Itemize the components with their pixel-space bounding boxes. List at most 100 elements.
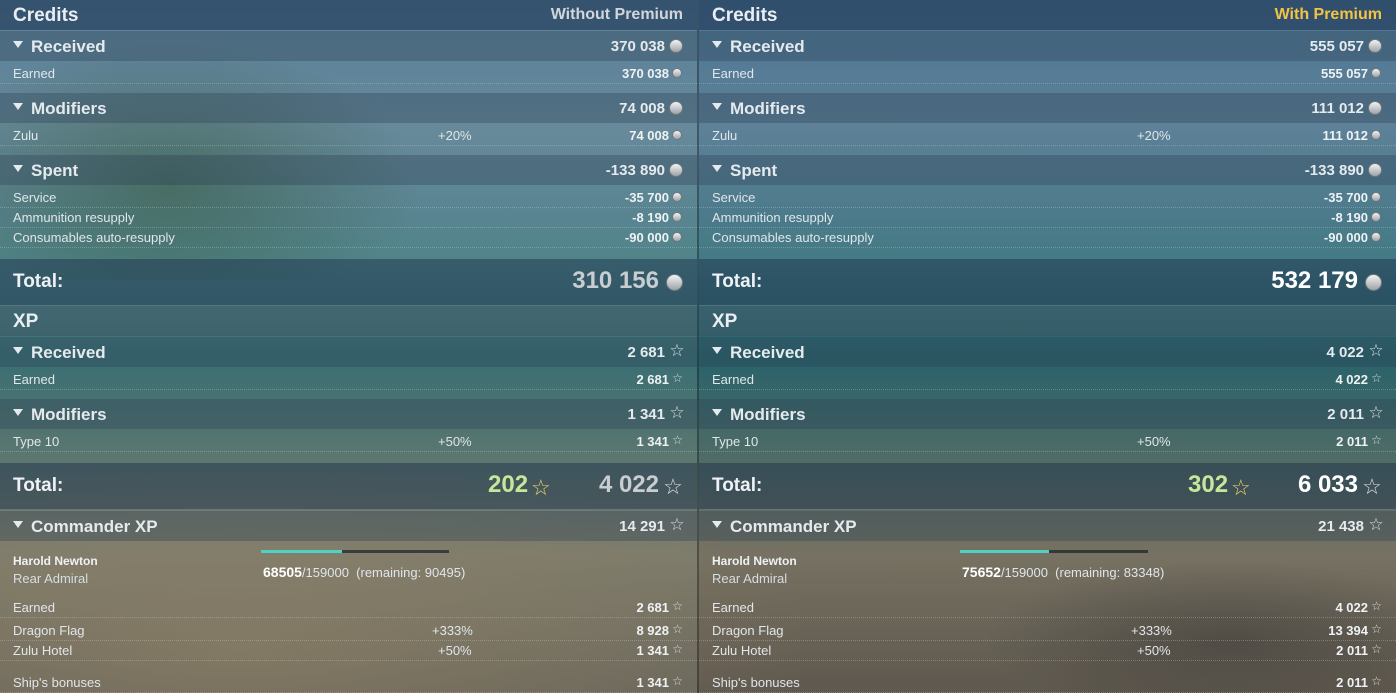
item-label: Dragon Flag [712, 623, 784, 638]
credits-coin-icon [1368, 101, 1382, 115]
progress-max: /159000 [301, 565, 349, 580]
commander-progress-text: 68505/159000 (remaining: 90495) [263, 564, 465, 580]
commander-xp-section[interactable]: Commander XP 14 291 ☆ [0, 511, 697, 541]
item-value: 13 394 [1328, 623, 1368, 638]
section-value: 21 438 [1318, 518, 1364, 535]
progress-fill [261, 550, 342, 553]
total-value: 310 156 [572, 267, 659, 294]
list-item: Ammunition resupply -8 190 [0, 207, 697, 228]
free-xp-value: 202 [488, 471, 529, 498]
section-value: 4 022 [1326, 344, 1364, 361]
star-icon: ☆ [669, 341, 685, 360]
credits-coin-icon [669, 39, 683, 53]
list-item: Type 10 +50% 1 341 ☆ [0, 431, 697, 452]
progress-fill [960, 550, 1050, 553]
xp-total: Total: 302 ☆ 6 033 ☆ [699, 463, 1396, 510]
list-item: Earned 4 022 ☆ [699, 369, 1396, 390]
list-item: Ship's bonuses 2 011 ☆ [699, 672, 1396, 693]
credits-coin-icon [672, 212, 682, 222]
section-label: Commander XP [730, 517, 857, 536]
credits-coin-icon [1371, 232, 1381, 242]
credits-title: Credits [712, 5, 778, 26]
credits-header: Credits Without Premium [0, 0, 697, 30]
item-label: Service [13, 190, 57, 205]
item-label: Zulu [13, 128, 39, 143]
list-item: Earned 555 057 [699, 63, 1396, 84]
item-label: Earned [712, 66, 754, 81]
credits-coin-icon [669, 101, 683, 115]
progress-remaining: (remaining: 90495) [356, 565, 466, 580]
caret-down-icon [712, 409, 722, 416]
star-icon: ☆ [1362, 474, 1382, 499]
list-item: Type 10 +50% 2 011 ☆ [699, 431, 1396, 452]
item-value: 4 022 [1335, 600, 1368, 615]
item-value: 74 008 [629, 128, 669, 143]
list-item: Service -35 700 [699, 187, 1396, 208]
item-label: Zulu [712, 128, 738, 143]
item-label: Ship's bonuses [13, 675, 101, 690]
item-value: 2 011 [1336, 643, 1368, 658]
xp-modifiers-section[interactable]: Modifiers 1 341 ☆ [0, 399, 697, 429]
list-item: Consumables auto-resupply -90 000 [699, 227, 1396, 248]
xp-received-section[interactable]: Received 2 681 ☆ [0, 337, 697, 367]
without-premium-label: Without Premium [550, 6, 683, 23]
section-label: Commander XP [31, 517, 158, 536]
item-value: 1 341 [636, 434, 669, 449]
progress-remaining: (remaining: 83348) [1055, 565, 1165, 580]
credits-received-section[interactable]: Received 555 057 [699, 31, 1396, 61]
item-percent: +20% [1137, 128, 1171, 143]
item-value: -90 000 [624, 230, 669, 245]
item-label: Earned [712, 372, 754, 387]
list-item: Zulu Hotel +50% 2 011 ☆ [699, 640, 1396, 661]
item-label: Earned [712, 600, 754, 615]
item-percent: +333% [1131, 623, 1172, 638]
credits-header: Credits With Premium [699, 0, 1396, 30]
item-label: Dragon Flag [13, 623, 85, 638]
credits-total: Total: 310 156 [0, 259, 697, 306]
xp-header: XP [699, 306, 1396, 336]
total-value: 4 022 [598, 471, 659, 498]
caret-down-icon [712, 41, 722, 48]
list-item: Ammunition resupply -8 190 [699, 207, 1396, 228]
item-value: 2 681 [636, 600, 669, 615]
caret-down-icon [13, 347, 23, 354]
xp-modifiers-section[interactable]: Modifiers 2 011 ☆ [699, 399, 1396, 429]
credits-coin-icon [672, 68, 682, 78]
credits-coin-icon [1371, 68, 1381, 78]
item-value: -8 190 [632, 210, 669, 225]
commander-xp-section[interactable]: Commander XP 21 438 ☆ [699, 511, 1396, 541]
section-value: 74 008 [619, 100, 665, 117]
credits-received-section[interactable]: Received 370 038 [0, 31, 697, 61]
list-item: Earned 4 022 ☆ [699, 597, 1396, 618]
list-item: Zulu Hotel +50% 1 341 ☆ [0, 640, 697, 661]
credits-spent-section[interactable]: Spent -133 890 [699, 155, 1396, 185]
caret-down-icon [13, 165, 23, 172]
item-label: Zulu Hotel [13, 643, 73, 658]
star-icon: ☆ [672, 371, 683, 385]
credits-coin-icon [1371, 192, 1381, 202]
star-icon: ☆ [1368, 515, 1384, 534]
item-label: Type 10 [712, 434, 759, 449]
credits-coin-icon [672, 192, 682, 202]
credits-spent-section[interactable]: Spent -133 890 [0, 155, 697, 185]
credits-modifiers-section[interactable]: Modifiers 74 008 [0, 93, 697, 123]
credits-coin-icon [1368, 39, 1382, 53]
star-icon: ☆ [672, 642, 683, 656]
credits-coin-icon [666, 274, 683, 291]
credits-coin-icon [1371, 130, 1381, 140]
section-label: Modifiers [31, 405, 107, 424]
xp-title: XP [712, 311, 738, 332]
item-label: Earned [13, 372, 55, 387]
section-label: Modifiers [730, 99, 806, 118]
free-xp-star-icon: ☆ [531, 475, 551, 500]
list-item: Zulu +20% 111 012 [699, 125, 1396, 146]
star-icon: ☆ [669, 515, 685, 534]
credits-modifiers-section[interactable]: Modifiers 111 012 [699, 93, 1396, 123]
with-premium-label: With Premium [1274, 6, 1382, 23]
caret-down-icon [13, 103, 23, 110]
list-item: Earned 2 681 ☆ [0, 369, 697, 390]
list-item: Earned 370 038 [0, 63, 697, 84]
star-icon: ☆ [1371, 674, 1382, 688]
section-value: 14 291 [619, 518, 665, 535]
xp-received-section[interactable]: Received 4 022 ☆ [699, 337, 1396, 367]
